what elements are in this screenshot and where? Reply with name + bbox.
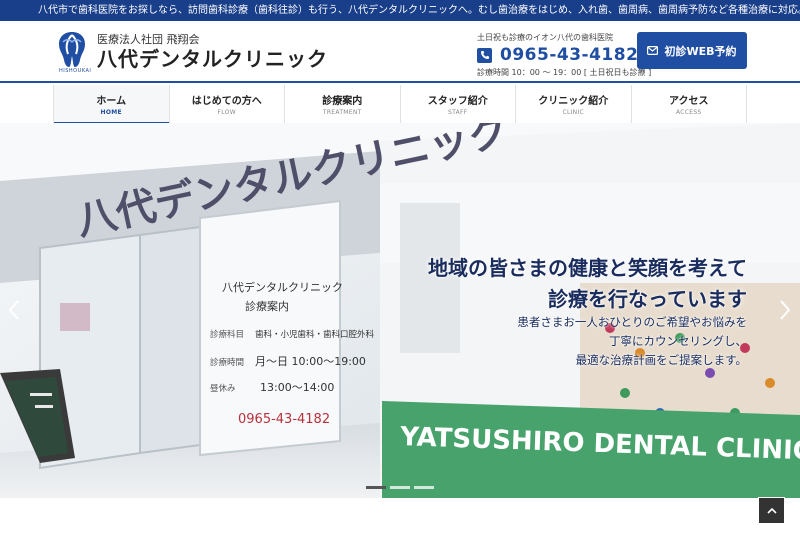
nav-sublabel: TREATMENT bbox=[322, 109, 362, 116]
glass-hours-label: 診療時間 bbox=[210, 357, 244, 368]
hero-description: 患者さまお一人おひとりのご希望やお悩みを 丁寧にカウンセリングし、 最適な治療計… bbox=[517, 313, 747, 370]
slider-next-arrow-icon[interactable] bbox=[778, 298, 792, 322]
hero-title-line: 診療を行なっています bbox=[548, 287, 747, 311]
hero-slider: YATSUSHIRO DENTAL CLINIC 八代デンタルクリニック 八代デ… bbox=[0, 123, 800, 498]
nav-label: ホーム bbox=[96, 96, 127, 107]
nav-item-access[interactable]: アクセス ACCESS bbox=[630, 85, 747, 123]
slider-prev-arrow-icon[interactable] bbox=[7, 298, 21, 322]
announcement-text: 八代市で歯科医院をお探しなら、訪問歯科診療（歯科往診）も行う、八代デンタルクリニ… bbox=[38, 5, 800, 16]
nav-item-treatment[interactable]: 診療案内 TREATMENT bbox=[284, 85, 400, 123]
glass-dept-text: 歯科・小児歯科・歯科口腔外科 bbox=[255, 329, 375, 340]
web-reservation-button[interactable]: 初診WEB予約 bbox=[637, 32, 747, 69]
nav-item-clinic[interactable]: クリニック紹介 CLINIC bbox=[515, 85, 631, 123]
glass-info-title: 八代デンタルクリニック bbox=[222, 280, 343, 294]
mail-icon bbox=[647, 46, 659, 55]
slider-dot-3[interactable] bbox=[414, 486, 434, 489]
nav-sublabel: FLOW bbox=[217, 109, 236, 116]
nav-sublabel: STAFF bbox=[447, 109, 468, 116]
glass-dept-label: 診療科目 bbox=[210, 329, 244, 340]
glass-break-label: 昼休み bbox=[210, 383, 236, 394]
nav-label: クリニック紹介 bbox=[538, 96, 609, 107]
content-start bbox=[0, 498, 800, 538]
nav-label: はじめての方へ bbox=[191, 96, 262, 107]
clinic-name[interactable]: 八代デンタルクリニック bbox=[97, 43, 328, 72]
slider-dot-1[interactable] bbox=[366, 486, 386, 489]
nav-label: 診療案内 bbox=[322, 96, 363, 107]
glass-phone-text: 0965-43-4182 bbox=[238, 412, 330, 427]
contact-block: 土日祝も診療のイオン八代の歯科医院 0965-43-4182 診療時間 10：0… bbox=[477, 32, 651, 78]
clinic-logo-icon[interactable] bbox=[54, 30, 90, 68]
web-reservation-label: 初診WEB予約 bbox=[664, 44, 737, 58]
glass-hours-text: 月〜日 10:00〜19:00 bbox=[255, 355, 366, 368]
nav-label: アクセス bbox=[669, 96, 709, 107]
nav-sublabel: CLINIC bbox=[562, 109, 585, 116]
phone-row[interactable]: 0965-43-4182 bbox=[477, 45, 651, 65]
nav-sublabel: HOME bbox=[100, 109, 122, 116]
site-header: HISHOUKAI 医療法人社団 飛翔会 八代デンタルクリニック 土日祝も診療の… bbox=[0, 21, 800, 83]
hero-text-line: 患者さまお一人おひとりのご希望やお悩みを bbox=[517, 315, 747, 329]
contact-note: 土日祝も診療のイオン八代の歯科医院 bbox=[477, 33, 613, 42]
slider-pagination bbox=[366, 486, 434, 489]
main-navigation: ホーム HOME はじめての方へ FLOW 診療案内 TREATMENT スタッ… bbox=[53, 85, 747, 124]
nav-item-flow[interactable]: はじめての方へ FLOW bbox=[168, 85, 285, 123]
nav-item-home[interactable]: ホーム HOME bbox=[53, 85, 169, 124]
back-to-top-button[interactable] bbox=[758, 497, 785, 524]
hero-title-line: 地域の皆さまの健康と笑顔を考えて bbox=[428, 256, 747, 280]
hero-text-line: 丁寧にカウンセリングし、 bbox=[609, 334, 747, 348]
nav-sublabel: ACCESS bbox=[675, 109, 702, 116]
slider-dot-2[interactable] bbox=[390, 486, 410, 489]
nav-label: スタッフ紹介 bbox=[427, 96, 488, 107]
hero-text-line: 最適な治療計画をご提案します。 bbox=[575, 353, 747, 367]
glass-info-subtitle: 診療案内 bbox=[245, 299, 289, 313]
glass-break-text: 13:00〜14:00 bbox=[260, 381, 334, 394]
phone-number[interactable]: 0965-43-4182 bbox=[500, 45, 638, 65]
logo-subtext: HISHOUKAI bbox=[59, 68, 92, 74]
chevron-up-icon bbox=[766, 507, 777, 514]
top-announcement-bar: 八代市で歯科医院をお探しなら、訪問歯科診療（歯科往診）も行う、八代デンタルクリニ… bbox=[0, 0, 800, 21]
phone-icon bbox=[477, 47, 492, 63]
nav-item-staff[interactable]: スタッフ紹介 STAFF bbox=[399, 85, 516, 123]
business-hours: 診療時間 10：00 〜 19：00 [ 土日祝日も診療 ] bbox=[477, 68, 652, 77]
hero-title: 地域の皆さまの健康と笑顔を考えて 診療を行なっています bbox=[428, 253, 747, 315]
